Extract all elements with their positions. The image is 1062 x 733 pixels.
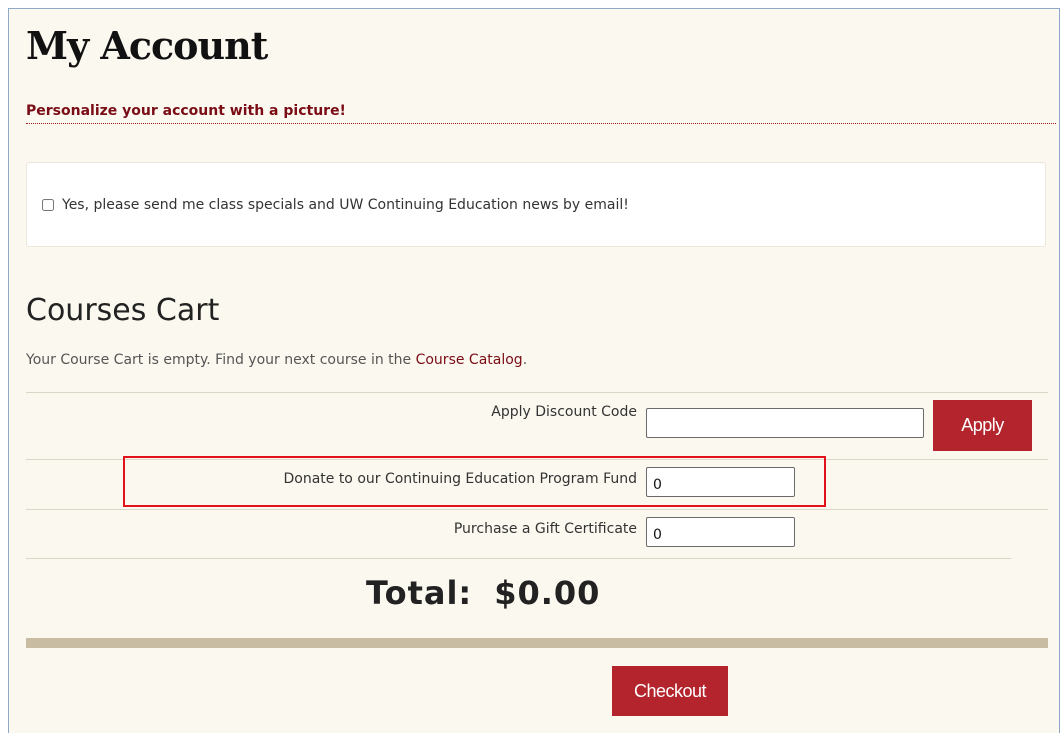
- checkout-button[interactable]: Checkout: [612, 666, 728, 716]
- divider: [26, 392, 1048, 393]
- cart-title: Courses Cart: [26, 293, 220, 328]
- cart-empty-suffix: .: [522, 352, 528, 368]
- course-catalog-link[interactable]: Course Catalog: [416, 352, 523, 368]
- apply-discount-button[interactable]: Apply: [933, 400, 1032, 451]
- account-page: My Account Personalize your account with…: [8, 8, 1060, 733]
- cart-empty-text: Your Course Cart is empty. Find your nex…: [26, 352, 416, 368]
- personalize-picture-link[interactable]: Personalize your account with a picture!: [26, 103, 1056, 124]
- divider: [26, 509, 1048, 510]
- total-amount: $0.00: [494, 574, 601, 612]
- newsletter-label[interactable]: Yes, please send me class specials and U…: [62, 197, 629, 213]
- discount-code-input[interactable]: [646, 408, 924, 438]
- gift-certificate-label: Purchase a Gift Certificate: [453, 521, 637, 537]
- gift-certificate-input[interactable]: [646, 517, 795, 547]
- donate-label: Donate to our Continuing Education Progr…: [283, 471, 637, 487]
- newsletter-box: Yes, please send me class specials and U…: [26, 162, 1046, 247]
- cart-total: Total: $0.00: [366, 574, 600, 612]
- divider: [26, 558, 1011, 559]
- cart-empty-message: Your Course Cart is empty. Find your nex…: [26, 352, 527, 368]
- checkout-divider-bar: [26, 638, 1048, 648]
- discount-code-label: Apply Discount Code: [491, 404, 637, 420]
- page-title: My Account: [26, 23, 268, 68]
- total-label: Total:: [366, 574, 473, 612]
- newsletter-checkbox[interactable]: [42, 199, 54, 211]
- donate-amount-input[interactable]: [646, 467, 795, 497]
